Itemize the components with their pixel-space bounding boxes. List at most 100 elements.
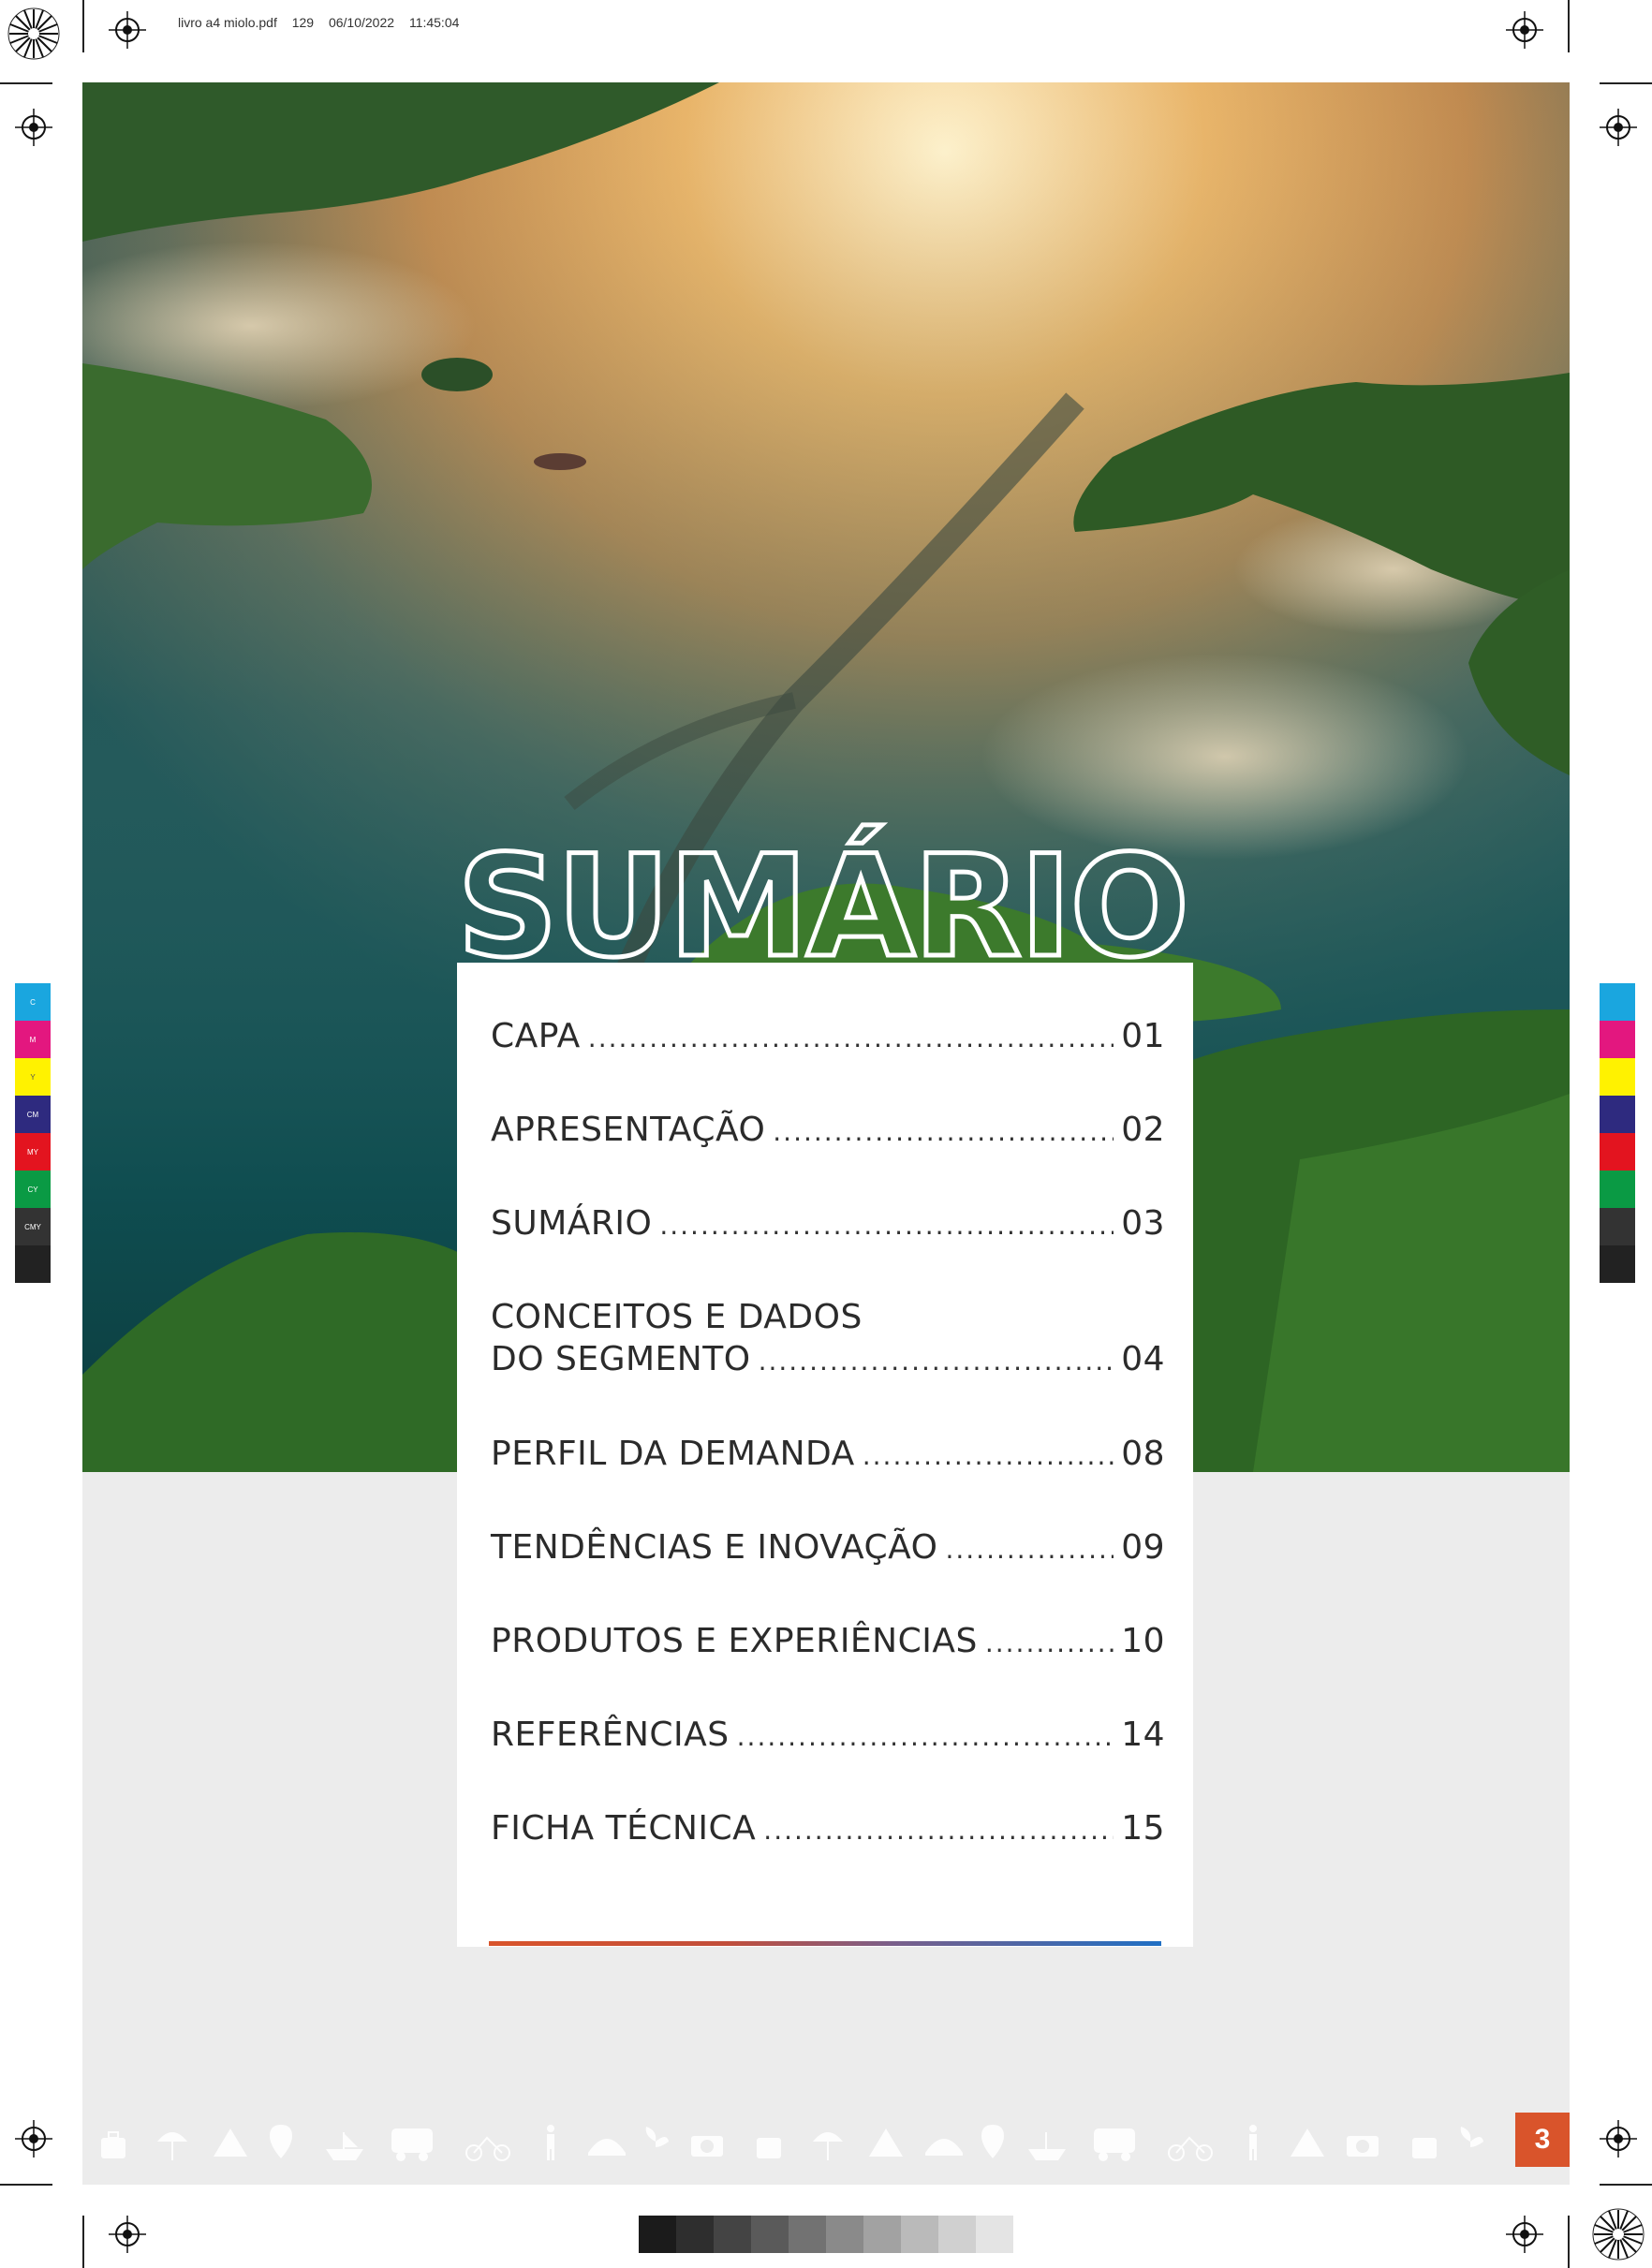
registration-mark-icon bbox=[109, 2216, 146, 2253]
color-swatch bbox=[1600, 1096, 1635, 1133]
crop-mark bbox=[0, 82, 52, 84]
registration-mark-icon bbox=[109, 11, 146, 49]
location-pin-icon bbox=[270, 2125, 292, 2158]
toc-item[interactable]: REFERÊNCIAS.............................… bbox=[491, 1716, 1165, 1754]
toc-page: 08 bbox=[1121, 1435, 1165, 1473]
grayscale-strip bbox=[639, 2216, 1013, 2253]
page-number: 3 bbox=[1515, 2113, 1570, 2167]
toc-leader: ........................................… bbox=[945, 1534, 1114, 1565]
tent-icon bbox=[1291, 2128, 1324, 2157]
crop-mark bbox=[0, 2184, 52, 2186]
plant-icon bbox=[645, 2127, 669, 2160]
cyclist-icon bbox=[1168, 2136, 1213, 2161]
boat-icon bbox=[1028, 2132, 1066, 2160]
toc-leader: ........................................… bbox=[758, 1346, 1114, 1377]
cloche-icon bbox=[588, 2139, 626, 2156]
color-swatch bbox=[1600, 1021, 1635, 1058]
color-swatch: CMY bbox=[15, 1208, 51, 1245]
crop-mark bbox=[82, 2216, 84, 2268]
registration-mark-icon bbox=[1600, 109, 1637, 146]
tourism-icons-pattern bbox=[101, 2125, 1483, 2161]
toc-leader: ........................................… bbox=[862, 1440, 1114, 1471]
toc-leader: ........................................… bbox=[736, 1721, 1114, 1752]
slug-page: 129 bbox=[291, 15, 315, 30]
crop-mark bbox=[1600, 2184, 1652, 2186]
title-text: SUMÁRIO bbox=[457, 825, 1187, 965]
toc-page: 14 bbox=[1121, 1716, 1165, 1754]
tourism-icon-strip bbox=[82, 2112, 1570, 2185]
crop-mark bbox=[1600, 82, 1652, 84]
toc-item[interactable]: TENDÊNCIAS E INOVAÇÃO...................… bbox=[491, 1528, 1165, 1567]
color-swatch bbox=[1600, 1133, 1635, 1171]
hiker-icon bbox=[1249, 2125, 1257, 2160]
plant-icon bbox=[1460, 2127, 1483, 2160]
toc-leader: ........................................… bbox=[773, 1116, 1114, 1147]
cloche-icon bbox=[925, 2139, 963, 2156]
crop-mark bbox=[82, 0, 84, 52]
toc-page: 02 bbox=[1121, 1111, 1165, 1149]
toc-item[interactable]: APRESENTAÇÃO............................… bbox=[491, 1111, 1165, 1149]
toc-label-line1: CONCEITOS E DADOS bbox=[491, 1298, 863, 1336]
crop-mark bbox=[1568, 2216, 1570, 2268]
color-swatch: CY bbox=[15, 1171, 51, 1208]
toc-item[interactable]: FICHA TÉCNICA...........................… bbox=[491, 1809, 1165, 1848]
color-swatch: MY bbox=[15, 1133, 51, 1171]
toc-page: 09 bbox=[1121, 1528, 1165, 1567]
slug-file: livro a4 miolo.pdf bbox=[178, 15, 277, 30]
toc-label: FICHA TÉCNICA bbox=[491, 1809, 757, 1848]
cyclist-icon bbox=[465, 2136, 510, 2161]
tent-icon bbox=[869, 2128, 903, 2157]
hiker-icon bbox=[547, 2125, 554, 2160]
toc-item[interactable]: CAPA....................................… bbox=[491, 1017, 1165, 1055]
suitcase-icon bbox=[757, 2138, 781, 2158]
bus-icon bbox=[391, 2128, 433, 2161]
registration-mark-icon bbox=[15, 109, 52, 146]
toc-label: TENDÊNCIAS E INOVAÇÃO bbox=[491, 1528, 938, 1567]
toc-item[interactable]: PRODUTOS E EXPERIÊNCIAS.................… bbox=[491, 1622, 1165, 1660]
starburst-icon bbox=[1592, 2208, 1645, 2261]
toc-page: 01 bbox=[1121, 1017, 1165, 1055]
camera-icon bbox=[691, 2136, 723, 2157]
color-swatch: CM bbox=[15, 1096, 51, 1133]
registration-mark-icon bbox=[15, 2120, 52, 2158]
slug-date: 06/10/2022 bbox=[328, 15, 395, 30]
suitcase-icon bbox=[101, 2131, 125, 2158]
toc-label: DO SEGMENTO bbox=[491, 1340, 751, 1378]
printer-slug: livro a4 miolo.pdf 129 06/10/2022 11:45:… bbox=[178, 15, 470, 30]
color-swatch bbox=[15, 1245, 51, 1283]
color-swatch: C bbox=[15, 983, 51, 1021]
starburst-icon bbox=[7, 7, 60, 60]
toc-leader: ........................................… bbox=[659, 1210, 1114, 1241]
color-swatch: Y bbox=[15, 1058, 51, 1096]
toc-leader: ........................................… bbox=[763, 1815, 1114, 1846]
toc-item[interactable]: SUMÁRIO.................................… bbox=[491, 1204, 1165, 1243]
page-title: SUMÁRIO bbox=[454, 815, 1191, 992]
color-swatch bbox=[1600, 1208, 1635, 1245]
umbrella-icon bbox=[813, 2132, 843, 2160]
toc-label: APRESENTAÇÃO bbox=[491, 1111, 766, 1149]
slug-time: 11:45:04 bbox=[408, 15, 460, 30]
bus-icon bbox=[1094, 2128, 1135, 2161]
color-swatch bbox=[1600, 1171, 1635, 1208]
registration-mark-icon bbox=[1600, 2120, 1637, 2158]
registration-mark-icon bbox=[1506, 2216, 1543, 2253]
umbrella-icon bbox=[157, 2132, 187, 2160]
toc-label: CAPA bbox=[491, 1017, 581, 1055]
toc-leader: ........................................… bbox=[984, 1627, 1114, 1658]
color-swatch: M bbox=[15, 1021, 51, 1058]
toc-page: 10 bbox=[1121, 1622, 1165, 1660]
toc-item[interactable]: PERFIL DA DEMANDA.......................… bbox=[491, 1435, 1165, 1473]
toc-label: PERFIL DA DEMANDA bbox=[491, 1435, 855, 1473]
color-swatch bbox=[1600, 983, 1635, 1021]
suitcase-icon bbox=[1412, 2138, 1437, 2158]
crop-mark bbox=[1568, 0, 1570, 52]
toc-label: SUMÁRIO bbox=[491, 1204, 653, 1243]
toc-label: REFERÊNCIAS bbox=[491, 1716, 730, 1754]
toc-page: 04 bbox=[1121, 1340, 1165, 1378]
color-swatch bbox=[1600, 1058, 1635, 1096]
table-of-contents: CAPA....................................… bbox=[457, 963, 1193, 1947]
toc-leader: ........................................… bbox=[587, 1023, 1114, 1053]
color-swatch bbox=[1600, 1245, 1635, 1283]
toc-item[interactable]: CONCEITOS E DADOS DO SEGMENTO...........… bbox=[491, 1298, 1165, 1378]
location-pin-icon bbox=[981, 2125, 1004, 2158]
